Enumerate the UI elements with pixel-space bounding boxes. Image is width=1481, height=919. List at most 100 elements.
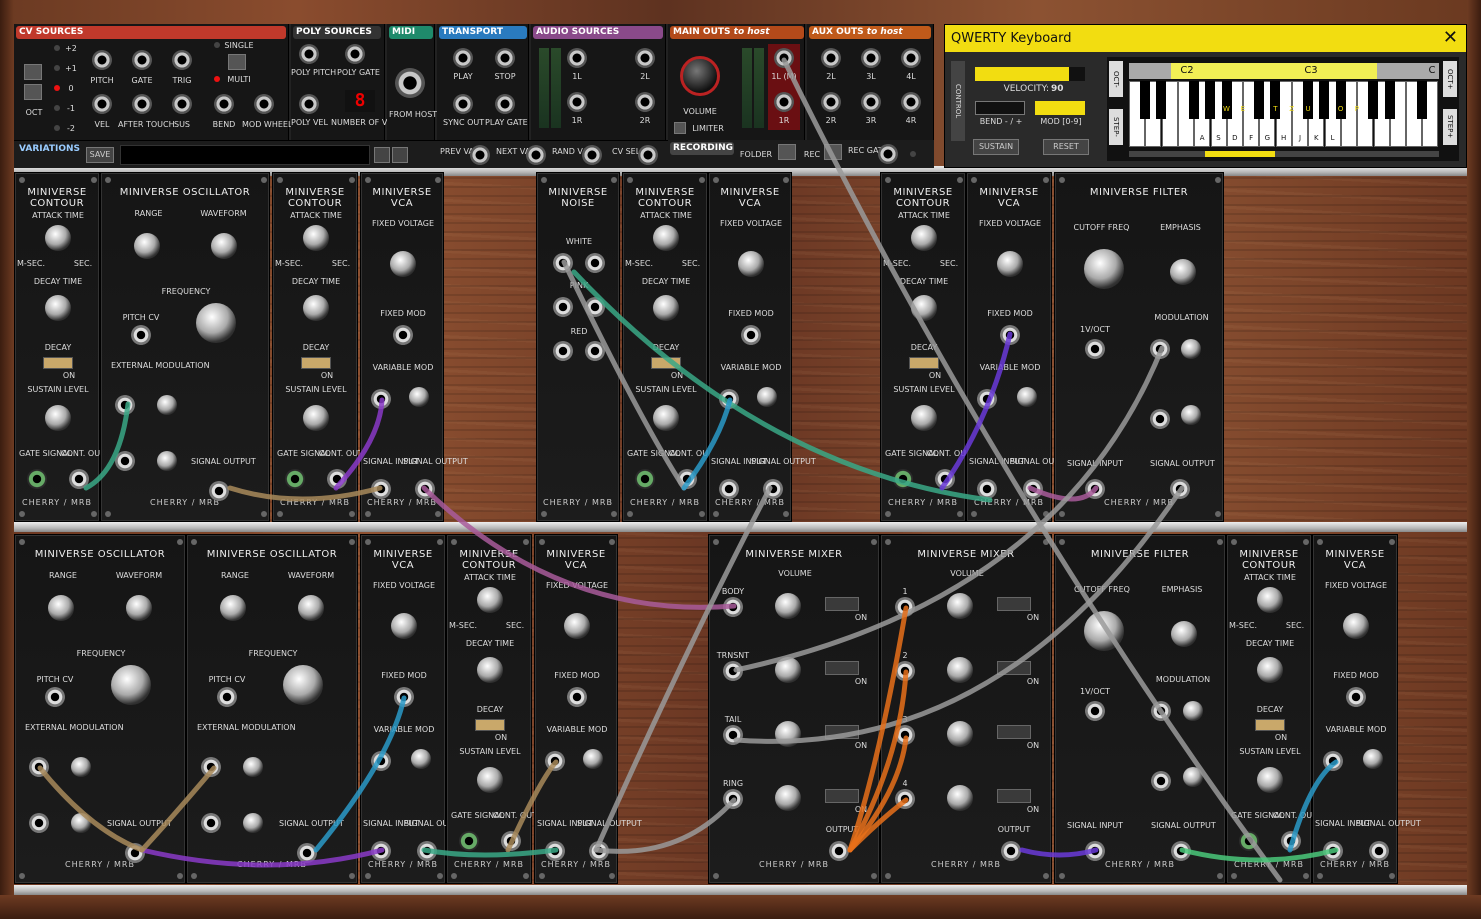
variable-mod-jack[interactable] bbox=[371, 751, 391, 771]
signal-input-jack[interactable] bbox=[977, 479, 997, 499]
sustain-knob[interactable] bbox=[911, 405, 937, 431]
mixer-mute-switch[interactable] bbox=[997, 661, 1031, 675]
variable-mod-jack[interactable] bbox=[977, 389, 997, 409]
variable-mod-knob[interactable] bbox=[409, 387, 429, 407]
variable-mod-knob[interactable] bbox=[1363, 749, 1383, 769]
gate-jack[interactable] bbox=[1239, 831, 1259, 851]
sustain-knob[interactable] bbox=[1257, 767, 1283, 793]
signal-input-jack[interactable] bbox=[371, 479, 391, 499]
fixed-mod-jack[interactable] bbox=[567, 687, 587, 707]
sustain-button[interactable]: SUSTAIN bbox=[973, 139, 1019, 155]
kb-scroll-track[interactable] bbox=[1129, 151, 1439, 157]
signal-input-jack[interactable] bbox=[1085, 841, 1105, 861]
oct-up-button[interactable] bbox=[24, 64, 42, 80]
mixer-mute-switch[interactable] bbox=[997, 789, 1031, 803]
white-jack-2[interactable] bbox=[585, 253, 605, 273]
decay-knob[interactable] bbox=[1257, 657, 1283, 683]
variable-mod-knob[interactable] bbox=[1017, 387, 1037, 407]
mixer-output-jack[interactable] bbox=[829, 841, 849, 861]
gate-jack[interactable] bbox=[27, 469, 47, 489]
mixer-input-jack[interactable] bbox=[723, 661, 743, 681]
gate-jack[interactable] bbox=[285, 469, 305, 489]
mixer-volume-knob[interactable] bbox=[947, 593, 973, 619]
mod-2-knob[interactable] bbox=[1181, 405, 1201, 425]
single-multi-switch[interactable] bbox=[228, 54, 246, 70]
gate-jack[interactable] bbox=[893, 469, 913, 489]
signal-output-jack[interactable] bbox=[415, 479, 435, 499]
mixer-volume-knob[interactable] bbox=[947, 657, 973, 683]
decay-knob[interactable] bbox=[911, 295, 937, 321]
waveform-knob[interactable] bbox=[210, 233, 237, 259]
limiter-checkbox[interactable] bbox=[674, 122, 686, 134]
black-key[interactable] bbox=[1254, 81, 1265, 119]
ext-mod-1-knob[interactable] bbox=[157, 395, 177, 415]
signal-output-jack[interactable] bbox=[589, 841, 609, 861]
attack-knob[interactable] bbox=[303, 225, 329, 251]
aux-4l-jack[interactable] bbox=[901, 48, 921, 68]
ext-mod-2-knob[interactable] bbox=[157, 451, 177, 471]
variation-next-arrow[interactable] bbox=[392, 147, 408, 163]
red-jack-1[interactable] bbox=[553, 341, 573, 361]
mixer-volume-knob[interactable] bbox=[775, 721, 801, 747]
mixer-volume-knob[interactable] bbox=[947, 721, 973, 747]
frequency-knob[interactable] bbox=[283, 665, 323, 705]
ext-mod-2-knob[interactable] bbox=[243, 813, 263, 833]
reset-button[interactable]: RESET bbox=[1043, 139, 1089, 155]
variable-mod-knob[interactable] bbox=[583, 749, 603, 769]
black-key[interactable] bbox=[1417, 81, 1428, 119]
mixer-mute-switch[interactable] bbox=[825, 661, 859, 675]
audio-2r-jack[interactable] bbox=[635, 92, 655, 112]
emphasis-knob[interactable] bbox=[1169, 259, 1196, 285]
mixer-volume-knob[interactable] bbox=[775, 785, 801, 811]
range-knob[interactable] bbox=[133, 233, 160, 259]
cont-output-jack[interactable] bbox=[677, 469, 697, 489]
fixed-mod-jack[interactable] bbox=[394, 687, 414, 707]
sustain-knob[interactable] bbox=[45, 405, 71, 431]
signal-input-jack[interactable] bbox=[545, 841, 565, 861]
black-key[interactable] bbox=[1140, 81, 1150, 119]
signal-input-jack[interactable] bbox=[371, 841, 391, 861]
gate-jack[interactable] bbox=[459, 831, 479, 851]
mixer-input-jack[interactable] bbox=[723, 789, 743, 809]
mixer-mute-switch[interactable] bbox=[997, 725, 1031, 739]
black-key[interactable] bbox=[1368, 81, 1379, 119]
frequency-knob[interactable] bbox=[111, 665, 151, 705]
fixed-mod-jack[interactable] bbox=[741, 325, 761, 345]
aux-2l-jack[interactable] bbox=[821, 48, 841, 68]
step-minus-button[interactable]: STEP- bbox=[1109, 109, 1123, 145]
rand-var-jack[interactable] bbox=[582, 145, 602, 165]
range-knob[interactable] bbox=[48, 595, 74, 621]
sustain-knob[interactable] bbox=[653, 405, 679, 431]
cont-output-jack[interactable] bbox=[1281, 831, 1301, 851]
aftertouch-jack[interactable] bbox=[132, 94, 152, 114]
aux-2r-jack[interactable] bbox=[821, 92, 841, 112]
mixer-input-jack[interactable] bbox=[723, 725, 743, 745]
fixed-voltage-knob[interactable] bbox=[564, 613, 590, 639]
mixer-mute-switch[interactable] bbox=[825, 789, 859, 803]
prev-var-jack[interactable] bbox=[470, 145, 490, 165]
mod-1-knob[interactable] bbox=[1183, 701, 1203, 721]
signal-output-jack[interactable] bbox=[125, 843, 145, 863]
pitch-jack[interactable] bbox=[92, 50, 112, 70]
fixed-mod-jack[interactable] bbox=[1346, 687, 1366, 707]
mod-1-jack[interactable] bbox=[1150, 339, 1170, 359]
waveform-knob[interactable] bbox=[126, 595, 152, 621]
red-jack-2[interactable] bbox=[585, 341, 605, 361]
piano-keyboard[interactable]: OCT- STEP- OCT+ STEP+ C2 C3 C A S D F G H J K L W… bbox=[1107, 57, 1459, 161]
black-key[interactable] bbox=[1205, 81, 1216, 119]
mod-wheel-jack[interactable] bbox=[254, 94, 274, 114]
trig-jack[interactable] bbox=[172, 50, 192, 70]
signal-output-jack[interactable] bbox=[1171, 841, 1191, 861]
audio-1l-jack[interactable] bbox=[567, 48, 587, 68]
rec-button[interactable] bbox=[824, 144, 842, 160]
attack-knob[interactable] bbox=[1257, 587, 1283, 613]
variation-name-field[interactable] bbox=[120, 145, 370, 165]
fixed-voltage-knob[interactable] bbox=[997, 251, 1023, 277]
attack-knob[interactable] bbox=[911, 225, 937, 251]
play-gate-jack[interactable] bbox=[495, 94, 515, 114]
fixed-voltage-knob[interactable] bbox=[738, 251, 764, 277]
pitch-cv-jack[interactable] bbox=[131, 325, 151, 345]
decay-switch[interactable] bbox=[651, 357, 681, 369]
frequency-knob[interactable] bbox=[196, 303, 236, 343]
mixer-mute-switch[interactable] bbox=[825, 597, 859, 611]
